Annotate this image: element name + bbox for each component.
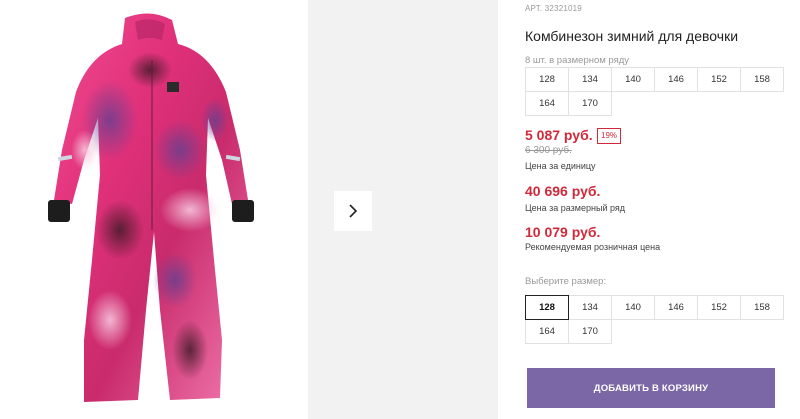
size-option[interactable]: 140 — [611, 295, 655, 320]
size-row-cell: 170 — [568, 91, 612, 116]
size-option[interactable]: 158 — [740, 295, 784, 320]
row-price-caption: Цена за размерный ряд — [525, 203, 626, 213]
product-page: АРТ. 32321019 Комбинезон зимний для дево… — [0, 0, 800, 419]
size-option[interactable]: 152 — [697, 295, 741, 320]
unit-price-caption: Цена за единицу — [525, 161, 596, 171]
unit-price: 5 087 руб. — [525, 127, 593, 143]
add-to-cart-button[interactable]: ДОБАВИТЬ В КОРЗИНУ — [527, 368, 775, 408]
size-row-cell: 146 — [654, 67, 698, 92]
row-price: 40 696 руб. — [525, 183, 601, 199]
size-option[interactable]: 146 — [654, 295, 698, 320]
product-main-image[interactable] — [0, 0, 308, 419]
size-row-cell: 128 — [525, 67, 569, 92]
size-row-grid: 128 134 140 146 152 158 164 170 — [525, 67, 784, 116]
size-row-cell: 134 — [568, 67, 612, 92]
size-row-label: 8 шт. в размерном ряду — [525, 55, 630, 66]
retail-price: 10 079 руб. — [525, 224, 601, 240]
size-option[interactable]: 164 — [525, 319, 569, 344]
pink-winter-jumpsuit-image — [48, 13, 254, 402]
size-row-cell: 140 — [611, 67, 655, 92]
product-title: Комбинезон зимний для девочки — [525, 28, 739, 44]
size-select-label: Выберите размер: — [525, 276, 607, 287]
chevron-right-icon — [349, 204, 358, 218]
retail-price-caption: Рекомендуемая розничная цена — [525, 242, 661, 252]
gallery-next-button[interactable] — [334, 191, 372, 231]
size-row-cell: 164 — [525, 91, 569, 116]
size-select-grid: 128 134 140 146 152 158 164 170 — [525, 295, 784, 344]
size-row-cell: 152 — [697, 67, 741, 92]
discount-badge: 19% — [597, 128, 622, 144]
size-row-cell: 158 — [740, 67, 784, 92]
article-number: АРТ. 32321019 — [525, 4, 582, 13]
size-option-selected[interactable]: 128 — [525, 295, 569, 320]
size-option[interactable]: 134 — [568, 295, 612, 320]
old-price: 6 300 руб. — [525, 145, 572, 156]
size-option[interactable]: 170 — [568, 319, 612, 344]
